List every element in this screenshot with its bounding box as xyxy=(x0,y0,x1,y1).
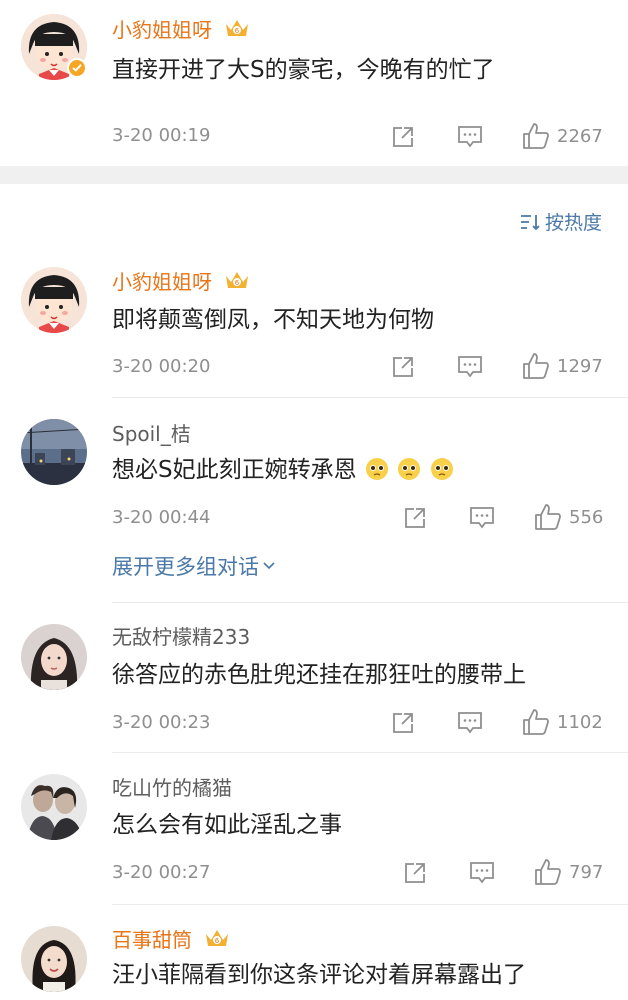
like-count: 1102 xyxy=(557,711,603,733)
divider xyxy=(112,904,628,905)
comment-icon xyxy=(470,862,494,884)
reply-button[interactable] xyxy=(456,354,484,380)
username[interactable]: 无敌柠檬精233 xyxy=(112,624,250,650)
section-separator xyxy=(0,166,628,184)
like-count: 556 xyxy=(569,506,604,528)
comment-icon xyxy=(458,356,482,378)
expand-replies-link[interactable]: 展开更多组对话 xyxy=(112,551,277,581)
sort-icon xyxy=(520,214,540,230)
vip-crown-icon: 6 xyxy=(226,20,249,36)
svg-text:6: 6 xyxy=(235,279,240,287)
comment-time: 3-20 00:20 xyxy=(112,356,211,377)
reply-button[interactable] xyxy=(456,124,484,150)
repost-button[interactable] xyxy=(390,124,416,150)
thumbs-up-icon xyxy=(523,709,549,735)
comment-time: 3-20 00:44 xyxy=(112,507,211,528)
comment-text: 徐答应的赤色肚兜还挂在那狂吐的腰带上 xyxy=(112,662,526,688)
top-comment: 小豹姐姐呀 6 直接开进了大S的豪宅，今晚有的忙了 3-20 00:19 226… xyxy=(0,0,628,165)
thumbs-up-icon xyxy=(535,859,561,885)
divider xyxy=(112,602,628,603)
username[interactable]: Spoil_桔 xyxy=(112,421,191,447)
svg-text:6: 6 xyxy=(235,27,240,35)
user-avatar[interactable] xyxy=(21,926,87,992)
comment-item: 小豹姐姐呀 6 即将颠鸾倒凤，不知天地为何物 3-20 00:20 1297 xyxy=(0,255,628,398)
username[interactable]: 小豹姐姐呀 6 xyxy=(112,16,250,43)
like-button[interactable]: 1297 xyxy=(521,351,603,381)
like-button[interactable]: 556 xyxy=(533,502,603,532)
comment-time: 3-20 00:19 xyxy=(112,125,211,146)
username[interactable]: 百事甜筒 6 xyxy=(112,926,230,953)
username[interactable]: 吃山竹的橘猫 xyxy=(112,775,232,801)
expand-replies-label[interactable]: 展开更多组对话 xyxy=(112,551,259,581)
reply-button[interactable] xyxy=(468,860,496,886)
comment-text-body: 想必S妃此刻正婉转承恩 xyxy=(112,457,357,483)
comment-time: 3-20 00:23 xyxy=(112,712,211,733)
username-text[interactable]: 小豹姐姐呀 xyxy=(112,18,212,42)
like-button[interactable]: 1102 xyxy=(521,707,603,737)
like-button[interactable]: 2267 xyxy=(521,121,603,151)
reply-button[interactable] xyxy=(456,710,484,736)
comment-text: 怎么会有如此淫乱之事 xyxy=(112,812,342,838)
thumbs-up-icon xyxy=(523,123,549,149)
divider xyxy=(112,752,628,753)
vip-crown-icon: 6 xyxy=(226,272,249,288)
svg-text:6: 6 xyxy=(215,937,220,945)
pleading-face-emoji xyxy=(398,458,421,480)
comment-item: 吃山竹的橘猫 怎么会有如此淫乱之事 3-20 00:27 797 xyxy=(0,760,628,905)
repost-button[interactable] xyxy=(390,354,416,380)
share-icon xyxy=(393,127,413,147)
user-avatar[interactable] xyxy=(21,267,87,333)
user-avatar[interactable] xyxy=(21,774,87,840)
comment-text: 想必S妃此刻正婉转承恩 xyxy=(112,455,454,485)
share-icon xyxy=(393,357,413,377)
repost-button[interactable] xyxy=(402,505,428,531)
like-count: 1297 xyxy=(557,355,603,377)
divider xyxy=(112,397,628,398)
username-text[interactable]: 百事甜筒 xyxy=(112,928,192,952)
comment-icon xyxy=(458,712,482,734)
like-count: 2267 xyxy=(557,125,603,147)
sort-button[interactable]: 按热度 xyxy=(519,208,602,235)
pleading-face-emoji xyxy=(430,458,453,480)
user-avatar[interactable] xyxy=(21,419,87,485)
comment-icon xyxy=(470,507,494,529)
share-icon xyxy=(405,863,425,883)
like-count: 797 xyxy=(569,861,604,883)
repost-button[interactable] xyxy=(402,860,428,886)
verified-badge xyxy=(67,58,87,78)
like-button[interactable]: 797 xyxy=(533,857,603,887)
sort-label[interactable]: 按热度 xyxy=(545,208,602,235)
comment-text: 直接开进了大S的豪宅，今晚有的忙了 xyxy=(112,57,495,83)
chevron-down-icon xyxy=(263,562,275,570)
comment-item: Spoil_桔 想必S妃此刻正婉转承恩 3-20 00:44 556 展开更多组… xyxy=(0,405,628,603)
repost-button[interactable] xyxy=(390,710,416,736)
comment-item: 百事甜筒 6 汪小菲隔看到你这条评论对着屏幕露出了 xyxy=(0,912,628,1000)
comment-time: 3-20 00:27 xyxy=(112,862,211,883)
user-avatar[interactable] xyxy=(21,624,87,690)
username[interactable]: 小豹姐姐呀 6 xyxy=(112,268,250,295)
username-text[interactable]: 小豹姐姐呀 xyxy=(112,270,212,294)
share-icon xyxy=(405,508,425,528)
comment-item: 无敌柠檬精233 徐答应的赤色肚兜还挂在那狂吐的腰带上 3-20 00:23 1… xyxy=(0,610,628,753)
reply-button[interactable] xyxy=(468,505,496,531)
vip-crown-icon: 6 xyxy=(206,930,229,946)
thumbs-up-icon xyxy=(535,504,561,530)
comment-text: 即将颠鸾倒凤，不知天地为何物 xyxy=(112,307,434,333)
comment-text: 汪小菲隔看到你这条评论对着屏幕露出了 xyxy=(112,962,526,988)
pleading-face-emoji xyxy=(365,458,388,480)
comment-icon xyxy=(458,126,482,148)
thumbs-up-icon xyxy=(523,353,549,379)
share-icon xyxy=(393,713,413,733)
